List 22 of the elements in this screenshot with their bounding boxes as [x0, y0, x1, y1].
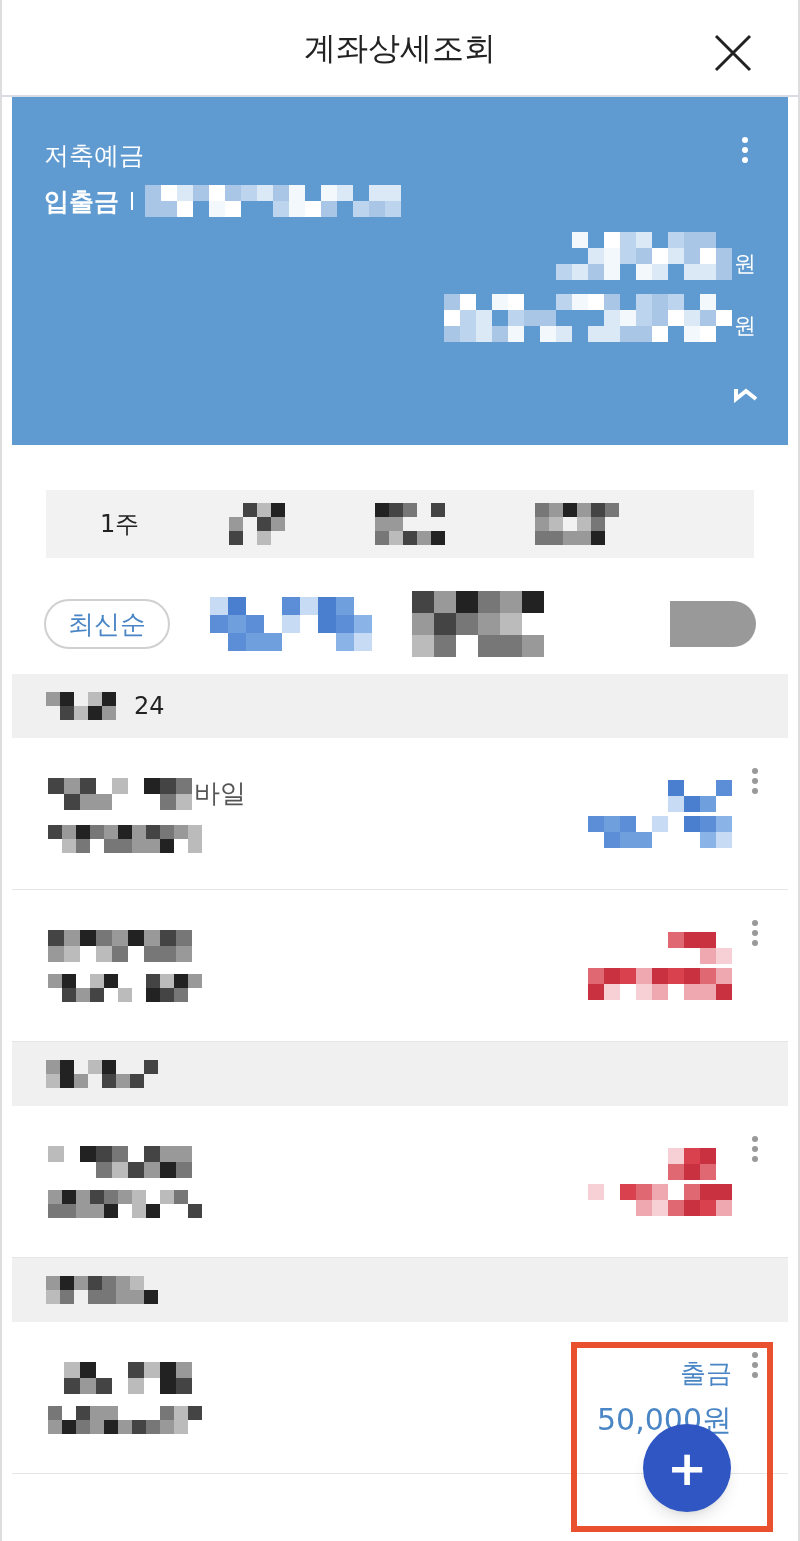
period-option[interactable]: 1주	[100, 506, 140, 542]
pixelated-redaction	[668, 931, 732, 964]
transaction-type: 출금	[680, 1356, 732, 1390]
more-options-icon[interactable]	[752, 920, 758, 946]
pixelated-redaction	[668, 779, 732, 812]
more-options-icon[interactable]	[742, 137, 748, 163]
sort-button[interactable]: 최신순	[44, 599, 170, 649]
currency-unit: 원	[734, 312, 756, 340]
currency-unit: 원	[734, 250, 756, 278]
account-type: 입출금	[44, 185, 119, 218]
product-name: 저축예금	[44, 140, 144, 172]
more-options-icon[interactable]	[752, 768, 758, 794]
pixelated-redaction	[229, 503, 286, 545]
date-text: 24	[134, 691, 165, 722]
pixelated-redaction	[375, 503, 446, 545]
transaction-row[interactable]: 바일	[12, 738, 788, 890]
page-title: 계좌상세조회	[304, 27, 496, 69]
separator-bar	[131, 192, 133, 211]
transaction-name: 바일	[194, 777, 246, 810]
more-options-icon[interactable]	[752, 1352, 758, 1378]
close-icon[interactable]	[714, 34, 752, 72]
more-options-icon[interactable]	[752, 1136, 758, 1162]
